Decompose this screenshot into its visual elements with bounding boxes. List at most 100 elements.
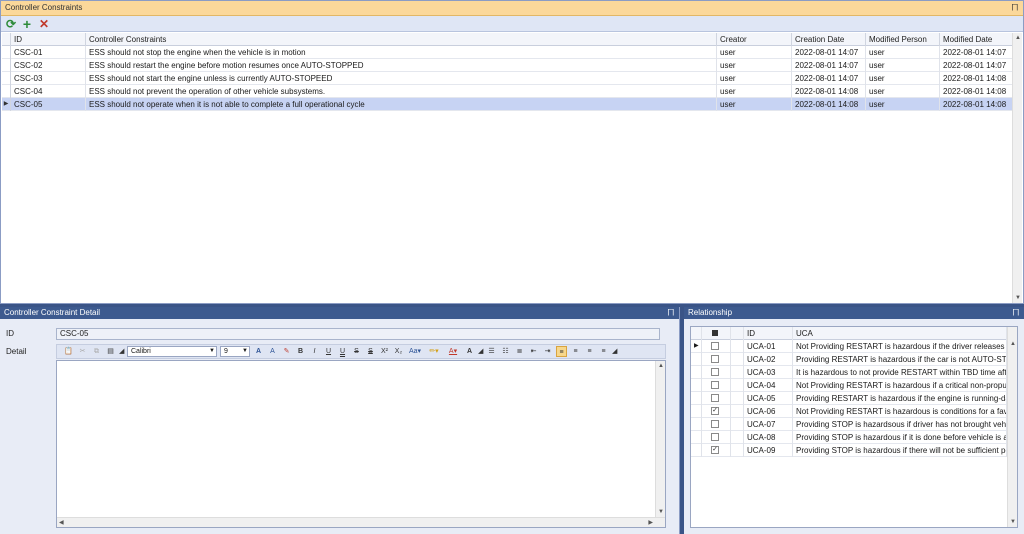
column-header-modified-date[interactable]: Modified Date [940,33,1013,46]
font-color-icon[interactable]: A▾ [445,346,461,357]
link-checkbox[interactable] [711,368,719,376]
cell-modified-date[interactable]: 2022-08-01 14:08 [940,98,1013,111]
row-indicator[interactable] [2,59,11,72]
paste-icon[interactable]: 📋 [63,346,74,357]
row-indicator[interactable] [2,46,11,59]
checkbox-cell[interactable] [702,431,731,444]
cell-constraint[interactable]: ESS should not start the engine unless i… [86,72,717,85]
italic-icon[interactable]: I [309,346,320,357]
align-left-icon[interactable]: ≡ [556,346,567,357]
relationship-row[interactable]: UCA-08 Providing STOP is hazardous if it … [691,431,1007,444]
cell-creation-date[interactable]: 2022-08-01 14:07 [792,59,866,72]
checkbox-cell[interactable] [702,418,731,431]
link-checkbox[interactable]: ✓ [711,407,719,415]
strikethrough-icon[interactable]: S [351,346,362,357]
row-indicator-icon[interactable]: ▶ [691,340,702,353]
subscript-icon[interactable]: X₂ [393,346,404,357]
add-icon[interactable]: + [20,16,34,32]
cell-id[interactable]: UCA-02 [744,353,793,366]
row-indicator[interactable] [691,392,702,405]
table-row[interactable]: CSC-03 ESS should not start the engine un… [2,72,1013,85]
font-size-select[interactable]: 9 ▼ [220,346,250,357]
paragraph-options-icon[interactable]: ◢ [612,346,617,357]
editor-horizontal-scrollbar[interactable]: ◀ ▶ [57,517,665,527]
double-underline-icon[interactable]: U [337,346,348,357]
checkbox-cell[interactable] [702,392,731,405]
cut-icon[interactable]: ✂ [77,346,88,357]
refresh-icon[interactable]: ⟳ [4,17,18,31]
row-indicator-icon[interactable]: ▶ [2,98,11,111]
cell-id[interactable]: CSC-02 [11,59,86,72]
bullets-icon[interactable]: ☰ [486,346,497,357]
link-checkbox[interactable] [711,394,719,402]
cell-creation-date[interactable]: 2022-08-01 14:07 [792,72,866,85]
cell-modified-date[interactable]: 2022-08-01 14:07 [940,46,1013,59]
decrease-indent-icon[interactable]: ⇤ [528,346,539,357]
cell-uca[interactable]: Not Providing RESTART is hazardous if th… [793,340,1007,353]
cell-constraint[interactable]: ESS should not operate when it is not ab… [86,98,717,111]
row-indicator[interactable] [691,418,702,431]
cell-modified-person[interactable]: user [866,59,940,72]
link-checkbox[interactable] [711,355,719,363]
cell-modified-date[interactable]: 2022-08-01 14:08 [940,72,1013,85]
cell-uca[interactable]: Providing STOP is hazardous if it is don… [793,431,1007,444]
cell-creation-date[interactable]: 2022-08-01 14:08 [792,85,866,98]
cell-modified-person[interactable]: user [866,98,940,111]
cell-id[interactable]: UCA-05 [744,392,793,405]
link-checkbox[interactable] [711,342,719,350]
relationship-row[interactable]: UCA-07 Providing STOP is hazardsous if dr… [691,418,1007,431]
row-indicator[interactable] [691,366,702,379]
table-row[interactable]: CSC-04 ESS should not prevent the operati… [2,85,1013,98]
underline-icon[interactable]: U [323,346,334,357]
scroll-up-icon[interactable]: ▲ [1013,33,1023,43]
pin-icon[interactable]: ⨅ [1012,3,1018,13]
row-indicator[interactable] [2,72,11,85]
vertical-scrollbar[interactable]: ▲ ▼ [1012,33,1022,303]
row-indicator[interactable] [691,405,702,418]
cell-uca[interactable]: It is hazardous to not provide RESTART w… [793,366,1007,379]
checkbox-cell[interactable] [702,340,731,353]
link-checkbox[interactable] [711,381,719,389]
scroll-down-icon[interactable]: ▼ [656,507,666,517]
cell-id[interactable]: CSC-04 [11,85,86,98]
checkbox-cell[interactable] [702,379,731,392]
relationship-row[interactable]: UCA-05 Providing RESTART is hazardous if … [691,392,1007,405]
paste-special-icon[interactable]: ▤ [105,346,116,357]
cell-creator[interactable]: user [717,72,792,85]
shrink-font-icon[interactable]: A [267,346,278,357]
checkbox-cell[interactable] [702,366,731,379]
scroll-up-icon[interactable]: ▲ [656,361,666,371]
cell-id[interactable]: CSC-03 [11,72,86,85]
bold-icon[interactable]: B [295,346,306,357]
cell-creation-date[interactable]: 2022-08-01 14:08 [792,98,866,111]
cell-id[interactable]: UCA-08 [744,431,793,444]
cell-constraint[interactable]: ESS should not prevent the operation of … [86,85,717,98]
cell-creator[interactable]: user [717,85,792,98]
highlight-icon[interactable]: ✏▾ [426,346,442,357]
change-case-icon[interactable]: Aa▾ [407,346,423,357]
cell-id[interactable]: UCA-04 [744,379,793,392]
cell-uca[interactable]: Not Providing RESTART is hazardous if a … [793,379,1007,392]
cell-constraint[interactable]: ESS should restart the engine before mot… [86,59,717,72]
multilevel-list-icon[interactable]: ≣ [514,346,525,357]
column-header-modified-person[interactable]: Modified Person [866,33,940,46]
select-all-cell[interactable] [702,327,731,340]
cell-modified-date[interactable]: 2022-08-01 14:08 [940,85,1013,98]
link-checkbox[interactable] [711,433,719,441]
select-all-checkbox[interactable] [712,330,718,336]
link-checkbox[interactable] [711,420,719,428]
column-header-creator[interactable]: Creator [717,33,792,46]
align-center-icon[interactable]: ≡ [570,346,581,357]
copy-icon[interactable]: ⧉ [91,346,102,357]
table-row[interactable]: CSC-01 ESS should not stop the engine whe… [2,46,1013,59]
cell-constraint[interactable]: ESS should not stop the engine when the … [86,46,717,59]
table-row[interactable]: ▶ CSC-05 ESS should not operate when it is… [2,98,1013,111]
relationship-row[interactable]: ✓ UCA-06 Not Providing RESTART is hazardou… [691,405,1007,418]
cell-id[interactable]: UCA-06 [744,405,793,418]
column-header-constraints[interactable]: Controller Constraints [86,33,717,46]
detail-editor[interactable]: ▲ ▼ ◀ ▶ [56,360,666,528]
scroll-right-icon[interactable]: ▶ [648,518,653,528]
numbering-icon[interactable]: ☷ [500,346,511,357]
column-header-uca[interactable]: UCA [793,327,1007,340]
cell-modified-person[interactable]: user [866,46,940,59]
